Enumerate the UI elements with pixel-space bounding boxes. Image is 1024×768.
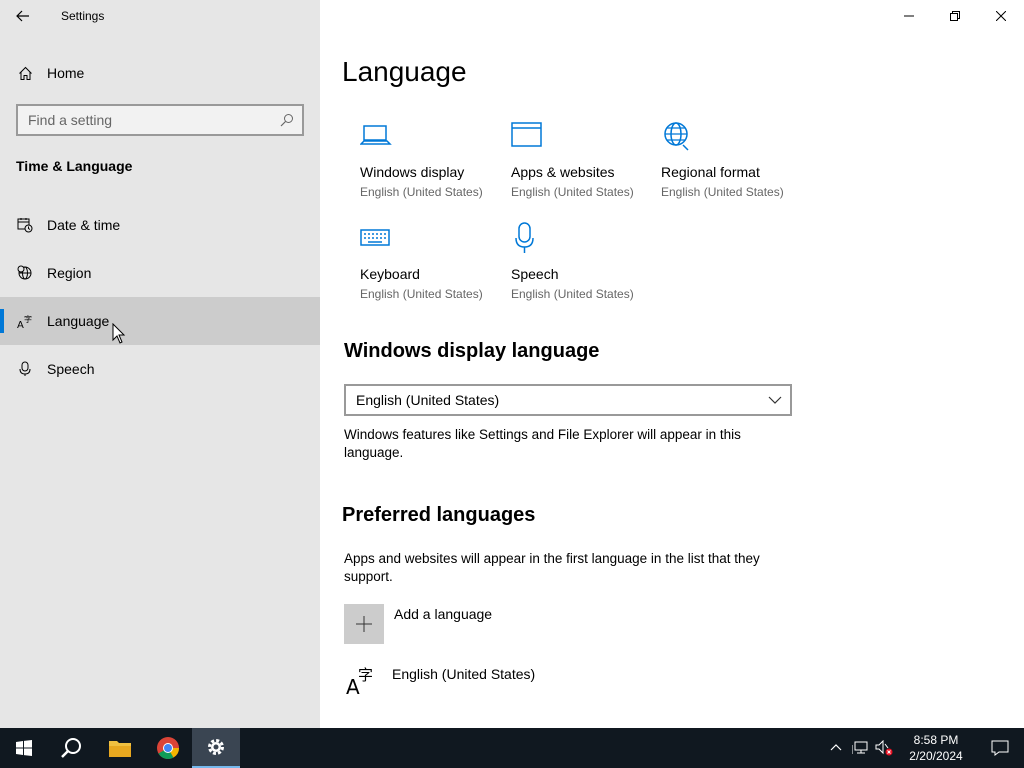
show-hidden-icons-button[interactable] bbox=[824, 728, 848, 768]
file-explorer-button[interactable] bbox=[96, 728, 144, 768]
notification-icon bbox=[991, 740, 1009, 756]
sidebar-item-label: Region bbox=[47, 265, 92, 281]
tile-windows-display[interactable]: Windows display English (United States) bbox=[359, 120, 510, 199]
volume-muted-icon bbox=[875, 740, 893, 756]
minimize-icon bbox=[904, 15, 914, 17]
globe-icon bbox=[661, 120, 811, 152]
chevron-down-icon bbox=[768, 396, 782, 404]
sidebar-item-label: Speech bbox=[47, 361, 95, 377]
mouse-cursor-icon bbox=[112, 323, 126, 344]
gear-icon bbox=[208, 739, 224, 755]
display-language-description: Windows features like Settings and File … bbox=[344, 427, 741, 460]
display-language-heading: Windows display language bbox=[344, 340, 600, 362]
search-input[interactable]: Find a setting bbox=[16, 104, 304, 136]
chrome-icon bbox=[157, 737, 179, 759]
system-tray: 8:58 PM 2/20/2024 bbox=[824, 728, 1024, 768]
sidebar: Settings Home Find a setting Time & Lang… bbox=[0, 0, 320, 728]
language-icon: A字 bbox=[17, 313, 33, 329]
tile-keyboard[interactable]: Keyboard English (United States) bbox=[360, 222, 510, 301]
svg-text:A: A bbox=[17, 320, 24, 329]
sidebar-item-label: Language bbox=[47, 313, 110, 329]
sidebar-item-label: Date & time bbox=[47, 217, 121, 233]
close-button[interactable] bbox=[978, 0, 1024, 32]
titlebar-left: Settings bbox=[0, 0, 320, 32]
tile-subtitle: English (United States) bbox=[360, 185, 483, 199]
calendar-clock-icon bbox=[17, 217, 33, 233]
tile-subtitle: English (United States) bbox=[661, 185, 784, 199]
clock[interactable]: 8:58 PM 2/20/2024 bbox=[896, 732, 976, 764]
dropdown-value: English (United States) bbox=[356, 392, 500, 408]
home-icon bbox=[17, 65, 33, 81]
clock-time: 8:58 PM bbox=[913, 733, 959, 747]
add-language-label: Add a language bbox=[394, 606, 493, 622]
plus-icon bbox=[356, 616, 372, 632]
restore-button[interactable] bbox=[932, 0, 978, 32]
tile-subtitle: English (United States) bbox=[511, 287, 634, 301]
language-name: English (United States) bbox=[392, 666, 536, 682]
sidebar-item-region[interactable]: Region bbox=[0, 249, 320, 297]
minimize-button[interactable] bbox=[886, 0, 932, 32]
tile-name: Regional format bbox=[661, 164, 760, 180]
page-title: Language bbox=[342, 56, 467, 87]
sidebar-item-label: Home bbox=[47, 65, 85, 81]
folder-icon bbox=[109, 741, 131, 757]
microphone-icon bbox=[17, 361, 33, 377]
tile-name: Keyboard bbox=[360, 266, 420, 282]
svg-text:字: 字 bbox=[24, 314, 32, 324]
display-language-dropdown[interactable]: English (United States) bbox=[344, 384, 792, 416]
action-center-button[interactable] bbox=[976, 728, 1024, 768]
volume-button[interactable] bbox=[872, 728, 896, 768]
chevron-up-icon bbox=[830, 744, 842, 751]
clock-date: 2/20/2024 bbox=[909, 749, 963, 763]
browser-window-icon bbox=[511, 120, 661, 152]
sidebar-item-date-time[interactable]: Date & time bbox=[0, 201, 320, 249]
preferred-languages-heading: Preferred languages bbox=[342, 504, 536, 526]
svg-text:字: 字 bbox=[358, 666, 373, 684]
search-icon[interactable] bbox=[280, 113, 294, 127]
windows-logo-icon bbox=[16, 740, 32, 756]
tile-subtitle: English (United States) bbox=[511, 185, 634, 199]
chrome-button[interactable] bbox=[144, 728, 192, 768]
plus-icon-box bbox=[344, 604, 384, 644]
start-button[interactable] bbox=[0, 728, 48, 768]
section-title: Time & Language bbox=[16, 158, 133, 174]
app-title: Settings bbox=[61, 9, 105, 23]
laptop-icon bbox=[359, 120, 510, 152]
tile-apps-websites[interactable]: Apps & websites English (United States) bbox=[511, 120, 661, 199]
settings-taskbar-button[interactable] bbox=[192, 728, 240, 768]
tile-subtitle: English (United States) bbox=[360, 287, 483, 301]
sidebar-item-home[interactable]: Home bbox=[0, 52, 320, 94]
taskbar: 8:58 PM 2/20/2024 bbox=[0, 728, 1024, 768]
language-list-item[interactable]: A字 English (United States) bbox=[346, 664, 535, 696]
close-icon bbox=[996, 11, 1006, 21]
search-taskbar-button[interactable] bbox=[48, 728, 96, 768]
back-button[interactable] bbox=[0, 0, 46, 32]
microphone-icon bbox=[511, 222, 661, 254]
sidebar-item-language[interactable]: A字 Language bbox=[0, 297, 320, 345]
restore-icon bbox=[950, 11, 960, 21]
preferred-languages-description: Apps and websites will appear in the fir… bbox=[344, 551, 760, 584]
search-icon bbox=[61, 738, 81, 758]
tile-name: Apps & websites bbox=[511, 164, 615, 180]
language-icon: A字 bbox=[346, 666, 373, 696]
tile-name: Speech bbox=[511, 266, 559, 282]
keyboard-icon bbox=[360, 222, 510, 254]
sidebar-item-speech[interactable]: Speech bbox=[0, 345, 320, 393]
globe-icon bbox=[17, 265, 33, 281]
network-icon bbox=[852, 741, 868, 754]
tile-regional-format[interactable]: Regional format English (United States) bbox=[661, 120, 811, 199]
back-arrow-icon bbox=[16, 10, 29, 22]
search-placeholder: Find a setting bbox=[28, 112, 113, 128]
tile-name: Windows display bbox=[360, 164, 465, 180]
add-language-button[interactable]: Add a language bbox=[344, 604, 492, 644]
network-button[interactable] bbox=[848, 728, 872, 768]
tile-speech[interactable]: Speech English (United States) bbox=[511, 222, 661, 301]
